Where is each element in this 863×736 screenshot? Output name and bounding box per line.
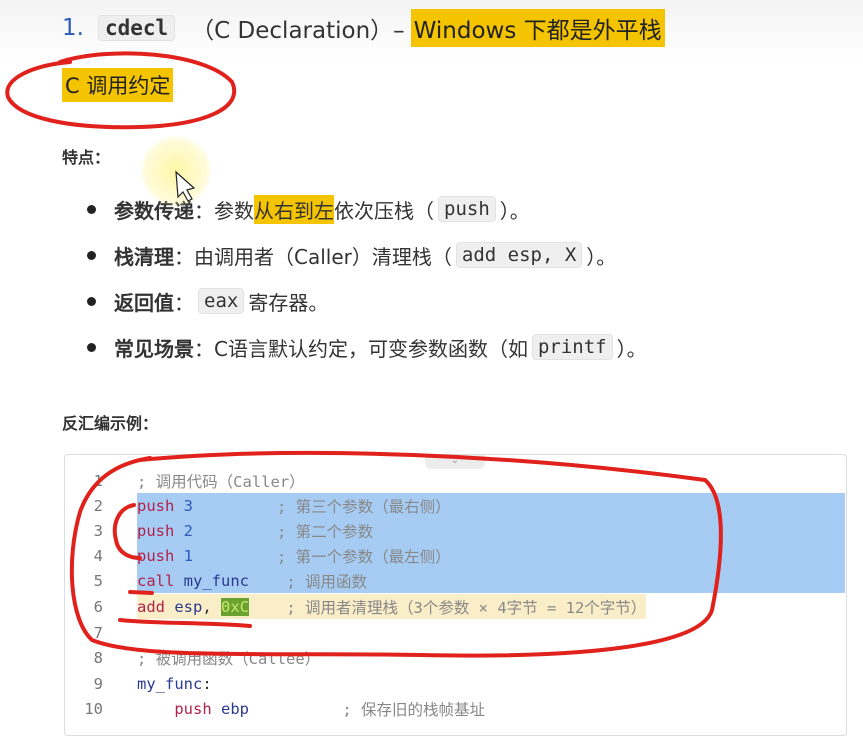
code-line: 2 push 3 ; 第三个参数（最右侧） xyxy=(65,493,846,518)
line-number: 9 xyxy=(93,674,103,693)
bullet-text: 依次压栈（ xyxy=(334,198,434,223)
code-text: add esp, 0xC ; 调用者清理栈（3个参数 × 4字节 = 12个字节… xyxy=(137,594,647,619)
code-line: 9 my_func: xyxy=(65,671,846,696)
bullet-text: ：C语言默认约定，可变参数函数（如 xyxy=(194,336,528,361)
heading-paren: （C Declaration）– xyxy=(191,18,405,44)
list-item: 常见场景 ：C语言默认约定，可变参数函数（如 printf ）。 xyxy=(84,324,647,370)
code-token: ; 第一个参数（最左侧） xyxy=(193,547,451,566)
code-token: ; 第二个参数 xyxy=(193,522,374,541)
code-line: 10 push ebp ; 保存旧的栈帧基址 xyxy=(65,696,846,721)
code-token: push xyxy=(137,521,184,540)
bullet-text: ： xyxy=(174,290,194,315)
code-token: esp xyxy=(174,597,203,616)
line-number: 8 xyxy=(93,648,103,667)
list-item: 返回值 ： eax 寄存器。 xyxy=(84,278,647,324)
code-line: 7 xyxy=(65,620,846,645)
heading-number: 1. xyxy=(62,15,84,41)
bullet-text: ）。 xyxy=(586,244,617,269)
bullet-icon xyxy=(87,204,96,214)
heading-code: cdecl xyxy=(97,15,176,41)
code-token: ebp xyxy=(221,699,249,718)
code-token: ; 调用者清理栈（3个参数 × 4字节 = 12个字节） xyxy=(249,598,647,617)
code-token: 1 xyxy=(183,546,194,565)
code-text: push 1 ; 第一个参数（最左侧） xyxy=(137,543,845,568)
line-number: 1 xyxy=(93,471,103,490)
disasm-label: 反汇编示例： xyxy=(62,414,159,433)
bullet-highlight: 从右到左 xyxy=(254,194,334,224)
code-token: ; 第三个参数（最右侧） xyxy=(193,497,451,516)
feature-list: 参数传递 ：参数 从右到左 依次压栈（ push ）。 栈清理 ：由调用者（Ca… xyxy=(84,186,647,370)
code-line: 8 ; 被调用函数（Callee） xyxy=(65,645,846,670)
cursor-highlight xyxy=(140,135,212,207)
bullet-icon xyxy=(87,296,96,306)
code-text: ; 被调用函数（Callee） xyxy=(137,645,320,670)
inline-code: eax xyxy=(198,288,245,314)
bullet-icon xyxy=(87,250,96,260)
code-text: ; 调用代码（Caller） xyxy=(137,468,305,493)
code-token: , xyxy=(202,597,221,616)
code-line: 5 call my_func ; 调用函数 xyxy=(65,568,846,593)
code-token: 2 xyxy=(183,521,194,540)
bullet-text: ）。 xyxy=(616,336,647,361)
code-text: push 2 ; 第二个参数 xyxy=(137,518,845,543)
line-number: 5 xyxy=(93,571,103,590)
code-token: my_func xyxy=(137,674,203,693)
bullet-text: ）。 xyxy=(499,198,530,223)
bullet-term: 常见场景 xyxy=(114,336,194,361)
bullet-text: 寄存器。 xyxy=(248,290,329,315)
code-token: ; 保存旧的栈帧基址 xyxy=(249,700,485,719)
code-text: call my_func ; 调用函数 xyxy=(137,568,845,593)
code-token: push xyxy=(137,496,184,515)
code-text: my_func: xyxy=(137,671,212,696)
code-token: : xyxy=(202,674,212,693)
line-number: 10 xyxy=(84,699,103,718)
heading-highlight: Windows 下都是外平栈 xyxy=(410,9,665,47)
bullet-text: ：由调用者（Caller）清理栈（ xyxy=(174,244,452,269)
line-number: 7 xyxy=(93,623,103,642)
code-text: push ebp ; 保存旧的栈帧基址 xyxy=(137,696,485,721)
inline-code: printf xyxy=(531,334,613,360)
inline-code: add esp, X xyxy=(455,242,583,268)
code-token: ; 被调用函数（Callee） xyxy=(137,649,321,668)
bullet-icon xyxy=(87,342,96,352)
list-item: 栈清理 ：由调用者（Caller）清理栈（ add esp, X ）。 xyxy=(84,232,647,278)
line-number: 4 xyxy=(93,546,103,565)
inline-code: push xyxy=(438,196,496,222)
code-token: call xyxy=(137,571,184,590)
code-line: 6 add esp, 0xC ; 调用者清理栈（3个参数 × 4字节 = 12个字… xyxy=(65,594,846,619)
code-token: add xyxy=(137,597,175,616)
code-line: 1 ; 调用代码（Caller） xyxy=(65,468,846,493)
code-line: 3 push 2 ; 第二个参数 xyxy=(65,518,846,543)
code-line: 4 push 1 ; 第一个参数（最左侧） xyxy=(65,543,846,568)
subtitle-highlight: C 调用约定 xyxy=(62,68,174,102)
code-text: push 3 ; 第三个参数（最右侧） xyxy=(137,493,845,518)
code-token: push xyxy=(137,546,184,565)
bullet-text: ：参数 xyxy=(194,198,254,223)
code-block-handle[interactable]: ⌄ xyxy=(425,455,485,469)
section-heading: 1. cdecl （C Declaration）– Windows 下都是外平栈 xyxy=(62,8,665,48)
line-number: 2 xyxy=(93,496,103,515)
code-token: my_func xyxy=(183,571,249,590)
code-token: 3 xyxy=(183,496,194,515)
line-number: 3 xyxy=(93,521,103,540)
code-block[interactable]: ⌄ 1; 调用代码（Caller） 2 push 3 ; 第三个参数（最右侧） 3… xyxy=(64,454,847,736)
line-number: 6 xyxy=(93,597,103,616)
features-label: 特点： xyxy=(62,148,111,167)
code-token: 0xC xyxy=(221,597,249,616)
code-token: ; 调用函数 xyxy=(249,572,367,591)
bullet-term: 栈清理 xyxy=(114,244,174,269)
bullet-term: 返回值 xyxy=(114,290,174,315)
code-token: push xyxy=(137,699,221,718)
code-token: ; 调用代码（Caller） xyxy=(137,472,305,491)
